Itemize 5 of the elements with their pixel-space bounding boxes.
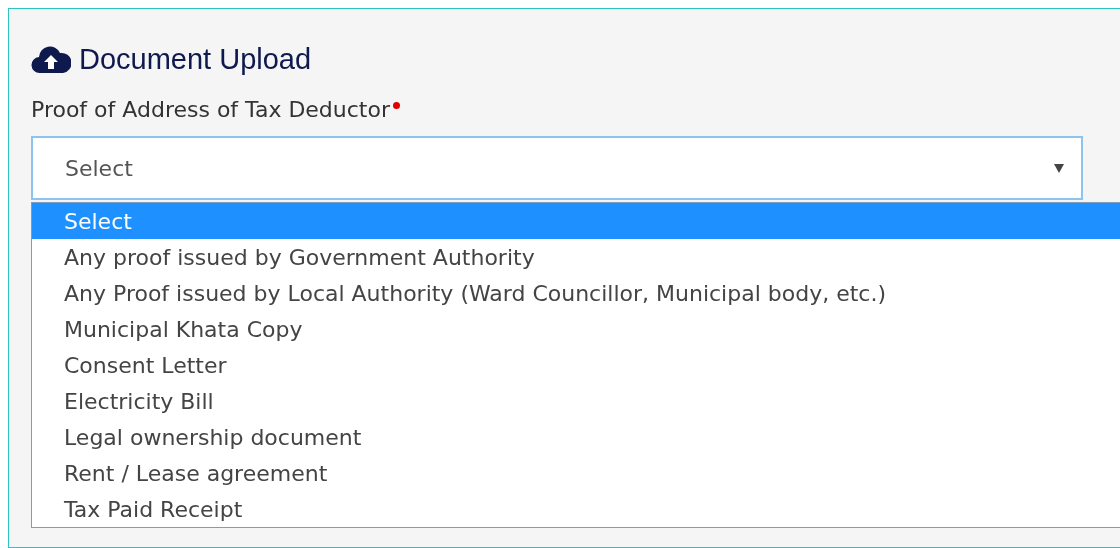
- dropdown-select[interactable]: Select: [31, 136, 1083, 200]
- section-title: Document Upload: [79, 42, 312, 76]
- caret-icon: [1053, 162, 1065, 174]
- cloud-upload-icon: [31, 44, 71, 74]
- field-label: Proof of Address of Tax Deductor: [31, 97, 390, 122]
